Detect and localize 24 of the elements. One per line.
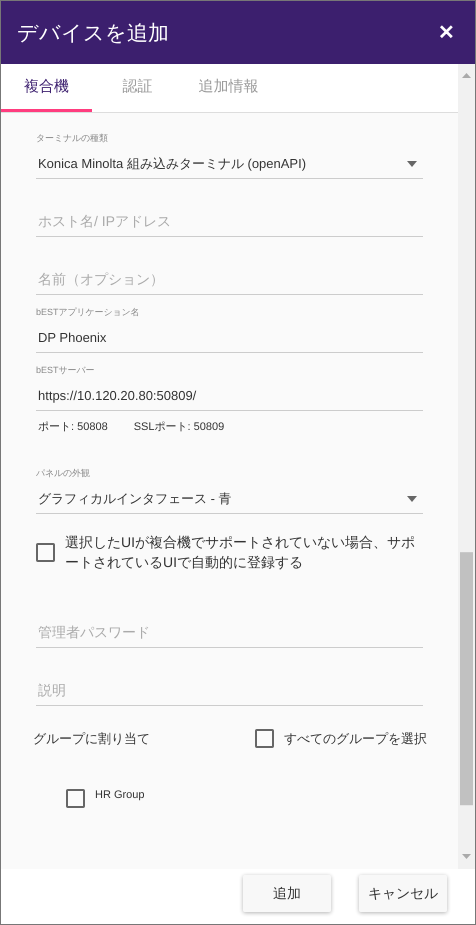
- caret-icon: [407, 496, 417, 502]
- checkbox-label: 選択したUIが複合機でサポートされていない場合、サポートされているUIで自動的に登録する: [65, 533, 416, 572]
- group-label: グループに割り当て: [33, 730, 150, 748]
- checkbox[interactable]: [36, 542, 55, 562]
- field-label: bESTサーバー: [36, 364, 96, 377]
- checkbox[interactable]: [255, 729, 274, 748]
- dialog-title: デバイスを追加: [17, 20, 169, 46]
- checkbox-label: すべてのグループを選択: [284, 730, 427, 748]
- caret-icon: [407, 160, 417, 166]
- close-button[interactable]: ✕: [438, 20, 455, 45]
- input-field[interactable]: DP Phoenix: [36, 323, 423, 353]
- checkbox[interactable]: [66, 789, 85, 808]
- field-label: パネルの外観: [36, 467, 91, 480]
- checkbox-label: HR Group: [95, 788, 145, 800]
- field-label: ターミナルの種類: [36, 132, 109, 145]
- dropdown[interactable]: Konica Minolta 組み込みターミナル (openAPI): [36, 149, 423, 179]
- add-button[interactable]: 追加: [243, 875, 331, 912]
- dropdown[interactable]: グラフィカルインタフェース - 青: [36, 484, 423, 514]
- scrollbar[interactable]: [458, 64, 475, 869]
- port-text: ポート: 50808: [38, 420, 108, 435]
- cancel-button[interactable]: キャンセル: [359, 875, 447, 912]
- port-text: SSLポート: 50809: [134, 420, 224, 435]
- field-label: bESTアプリケーション名: [36, 306, 141, 319]
- input-field[interactable]: https://10.120.20.80:50809/: [36, 381, 423, 411]
